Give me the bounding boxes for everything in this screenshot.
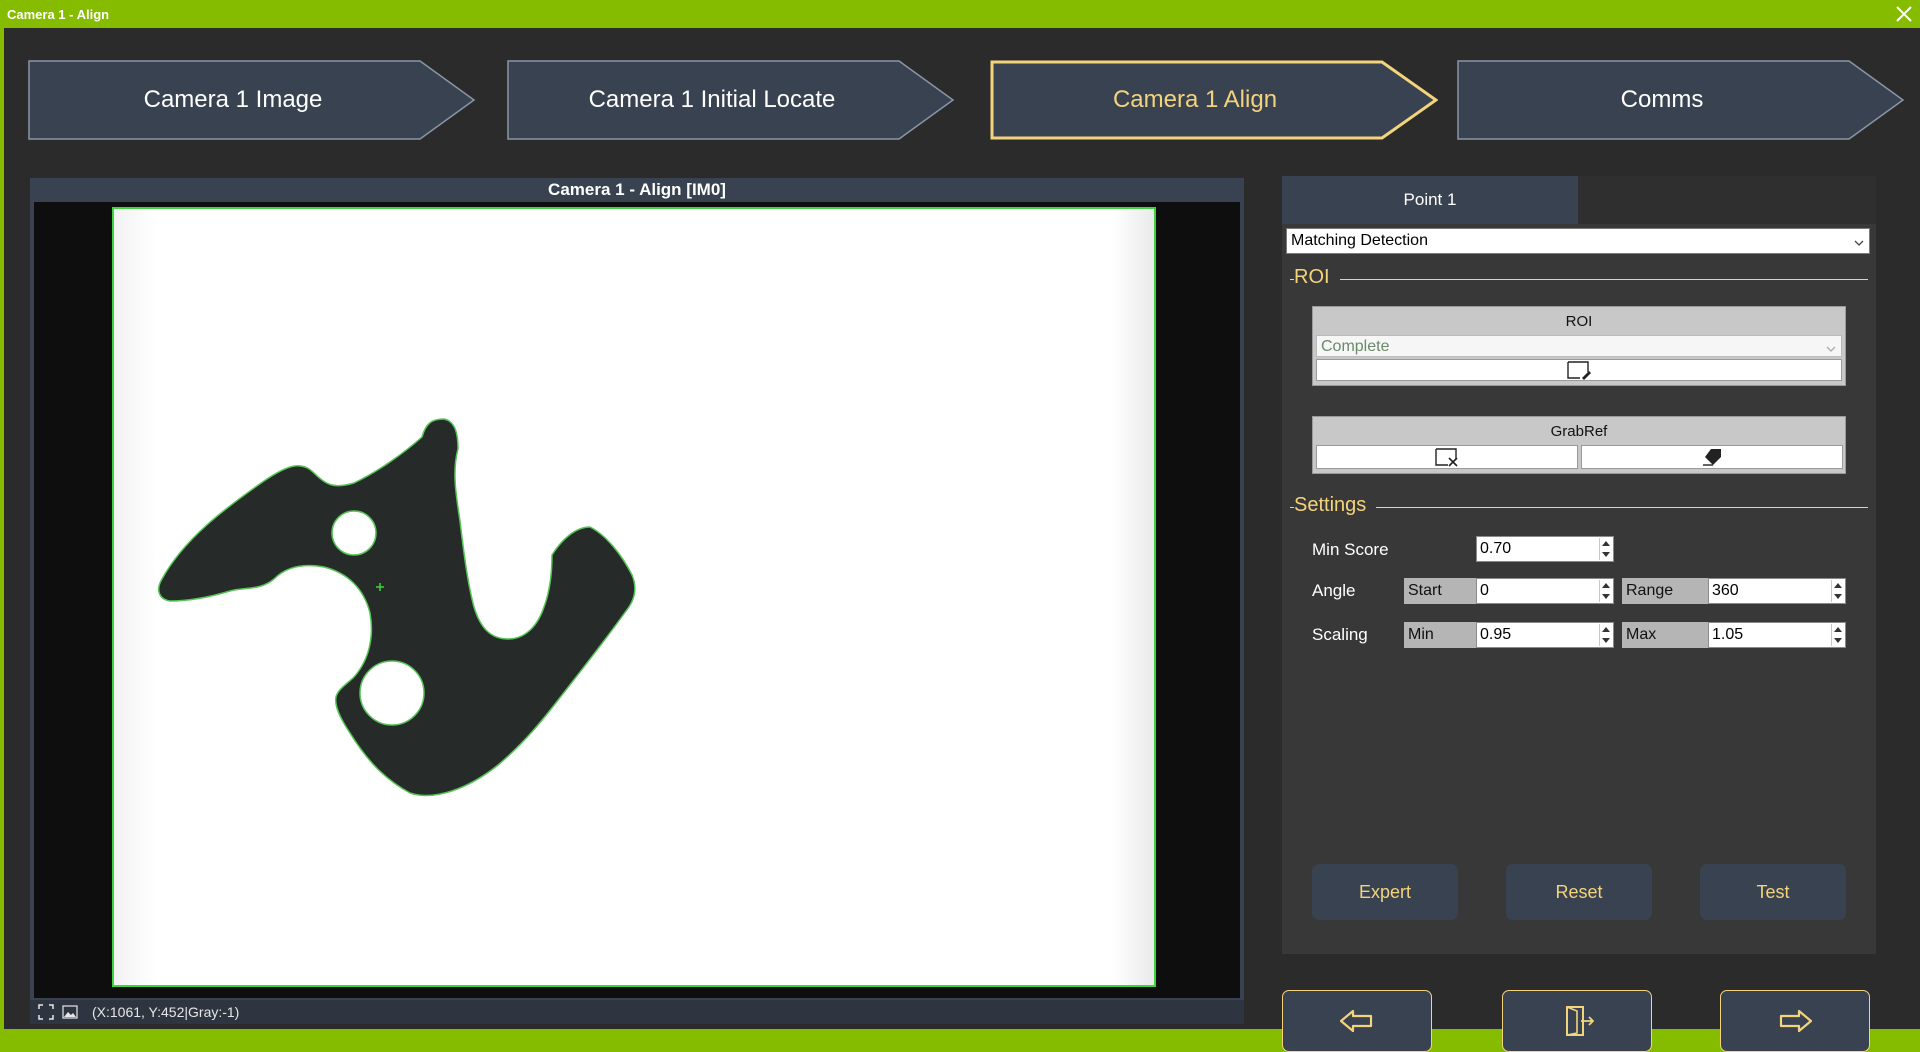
grab-reference-icon	[1435, 448, 1458, 467]
part-silhouette	[157, 418, 636, 797]
angle-start-tag: Start	[1404, 578, 1476, 604]
section-divider	[1290, 279, 1868, 280]
mode-select-value: Matching Detection	[1291, 232, 1428, 249]
step-camera-1-align[interactable]: Camera 1 Align	[990, 60, 1438, 140]
scaling-max-value: 1.05	[1712, 626, 1744, 643]
image-icon[interactable]	[62, 1004, 78, 1020]
angle-range-tag: Range	[1622, 578, 1708, 604]
test-button[interactable]: Test	[1700, 864, 1846, 920]
scaling-max-input[interactable]: 1.05	[1708, 622, 1846, 648]
back-button[interactable]	[1282, 990, 1432, 1052]
angle-label: Angle	[1312, 581, 1356, 600]
close-icon[interactable]	[1892, 2, 1916, 26]
settings-panel: Point 1 Matching Detection ROI ROI Compl…	[1282, 176, 1876, 954]
cursor-coordinates: (X:1061, Y:452|Gray:-1)	[92, 1004, 240, 1020]
exit-icon	[1566, 1006, 1595, 1036]
expert-button[interactable]: Expert	[1312, 864, 1458, 920]
roi-group-title: ROI	[1565, 313, 1593, 330]
min-score-input[interactable]: 0.70	[1476, 536, 1614, 562]
roi-section-title: ROI	[1294, 266, 1340, 289]
roi-group: ROI Complete	[1312, 306, 1846, 386]
angle-start-input[interactable]: 0	[1476, 578, 1614, 604]
main-window: Camera 1 Image Camera 1 Initial Locate C…	[4, 28, 1920, 1052]
mode-select[interactable]: Matching Detection	[1286, 228, 1870, 254]
grab-reference-button[interactable]	[1316, 445, 1578, 469]
roi-section-header: ROI	[1290, 266, 1868, 292]
grabref-group: GrabRef	[1312, 416, 1846, 474]
step-camera-1-initial-locate[interactable]: Camera 1 Initial Locate	[507, 60, 955, 140]
edit-roi-icon	[1567, 361, 1591, 380]
point-tab-bar: Point 1	[1282, 176, 1876, 224]
step-label: Comms	[1620, 86, 1704, 113]
settings-section-header: Settings	[1290, 494, 1868, 520]
spin-arrows[interactable]	[1599, 538, 1612, 560]
spin-arrows[interactable]	[1831, 580, 1844, 602]
image-panel: Camera 1 - Align [IM0] (X:1061, Y:452|Gr…	[30, 178, 1244, 1024]
camera-image[interactable]	[112, 207, 1156, 987]
roi-type-value: Complete	[1321, 338, 1390, 355]
scaling-min-tag: Min	[1404, 622, 1476, 648]
scaling-label: Scaling	[1312, 625, 1368, 644]
step-label: Camera 1 Initial Locate	[588, 86, 836, 113]
tab-point-1[interactable]: Point 1	[1282, 176, 1578, 224]
image-viewport[interactable]	[34, 202, 1240, 998]
clear-reference-icon	[1703, 449, 1721, 466]
section-divider	[1290, 507, 1868, 508]
scaling-min-value: 0.95	[1480, 626, 1512, 643]
step-label: Camera 1 Align	[1112, 86, 1278, 113]
edit-roi-button[interactable]	[1316, 359, 1842, 381]
scaling-min-input[interactable]: 0.95	[1476, 622, 1614, 648]
scaling-max-tag: Max	[1622, 622, 1708, 648]
image-panel-title: Camera 1 - Align [IM0]	[548, 180, 726, 199]
arrow-right-icon	[1779, 1009, 1813, 1033]
window-title: Camera 1 - Align	[7, 7, 110, 22]
grabref-group-title: GrabRef	[1550, 423, 1608, 440]
settings-section-title: Settings	[1294, 494, 1377, 517]
title-bar: Camera 1 - Align	[0, 0, 1920, 28]
angle-start-value: 0	[1480, 582, 1489, 599]
forward-button[interactable]	[1720, 990, 1870, 1052]
chevron-down-icon	[1853, 235, 1865, 246]
min-score-value: 0.70	[1480, 540, 1512, 557]
step-comms[interactable]: Comms	[1457, 60, 1905, 140]
roi-type-select[interactable]: Complete	[1316, 335, 1842, 357]
spin-arrows[interactable]	[1599, 624, 1612, 646]
step-label: Camera 1 Image	[143, 86, 323, 113]
chevron-down-icon	[1825, 341, 1837, 352]
spin-arrows[interactable]	[1599, 580, 1612, 602]
spin-arrows[interactable]	[1831, 624, 1844, 646]
step-camera-1-image[interactable]: Camera 1 Image	[28, 60, 476, 140]
reset-button[interactable]: Reset	[1506, 864, 1652, 920]
step-navigation: Camera 1 Image Camera 1 Initial Locate C…	[4, 28, 1920, 148]
image-status-bar: (X:1061, Y:452|Gray:-1)	[30, 1000, 1244, 1024]
angle-range-input[interactable]: 360	[1708, 578, 1846, 604]
angle-range-value: 360	[1712, 582, 1739, 599]
exit-button[interactable]	[1502, 990, 1652, 1052]
fit-view-icon[interactable]	[38, 1004, 54, 1020]
arrow-left-icon	[1339, 1009, 1373, 1033]
min-score-label: Min Score	[1312, 540, 1389, 559]
clear-reference-button[interactable]	[1581, 445, 1843, 469]
